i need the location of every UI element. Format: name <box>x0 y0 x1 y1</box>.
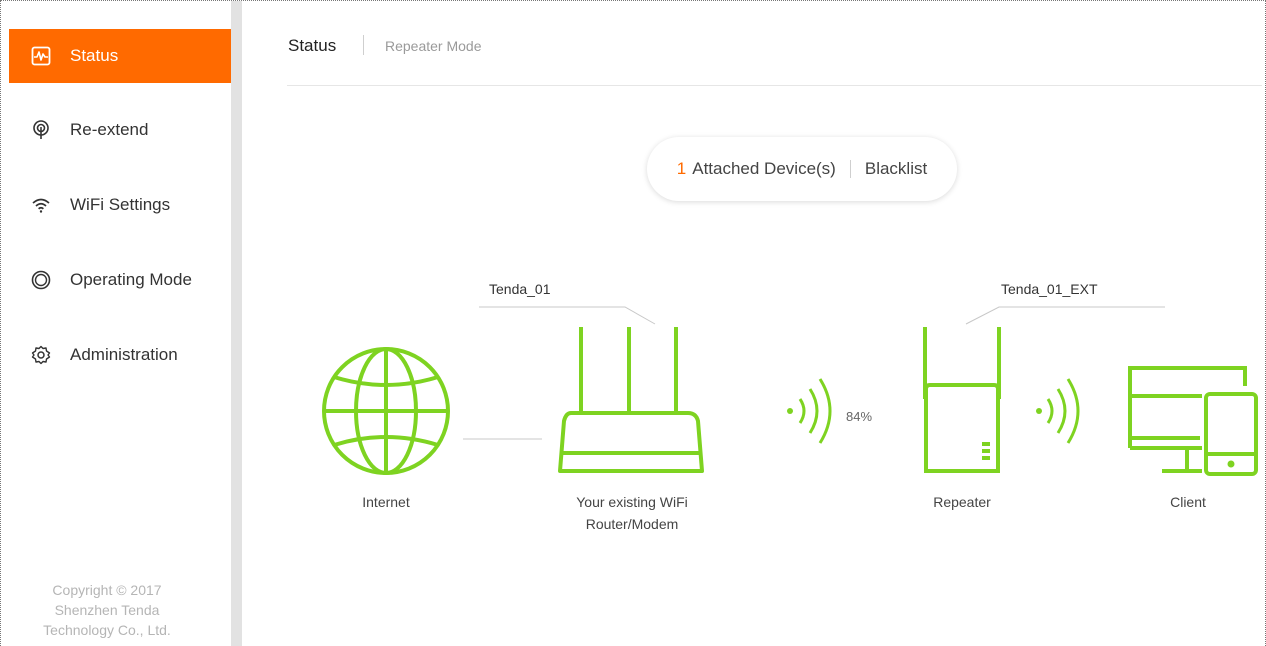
signal-strength-value: 84% <box>846 409 873 424</box>
sidebar-item-label: Operating Mode <box>70 270 192 289</box>
topology-diagram <box>322 306 1258 476</box>
gear-icon <box>30 344 52 366</box>
sidebar: Status Re-extend WiFi Settings Operating… <box>1 1 231 646</box>
repeater-icon <box>923 327 1001 473</box>
signal-tower-icon <box>30 119 52 141</box>
sidebar-item-status[interactable]: Status <box>9 29 231 83</box>
wireless-signal-icon <box>787 378 832 444</box>
copyright: Copyright © 2017 Shenzhen Tenda Technolo… <box>43 582 171 638</box>
wifi-icon <box>30 194 52 216</box>
client-signal-icon <box>1036 378 1080 444</box>
sidebar-item-administration[interactable]: Administration <box>9 328 231 382</box>
repeater-caption: Repeater <box>933 494 991 510</box>
pulse-monitor-icon <box>30 45 52 67</box>
internet-caption: Internet <box>362 494 410 510</box>
sidebar-item-wifi-settings[interactable]: WiFi Settings <box>9 178 231 232</box>
globe-icon <box>322 347 450 475</box>
main-content: Status Repeater Mode 1 Attached Device(s… <box>242 1 1265 646</box>
upstream-ssid-leader <box>479 306 656 325</box>
sidebar-item-label: Re-extend <box>70 120 149 139</box>
sidebar-item-re-extend[interactable]: Re-extend <box>9 103 231 157</box>
extended-ssid-leader <box>965 306 1165 325</box>
router-caption: Your existing WiFi Router/Modem <box>576 494 688 532</box>
mode-circle-icon <box>30 269 52 291</box>
sidebar-scrollbar[interactable] <box>231 1 242 646</box>
sidebar-item-operating-mode[interactable]: Operating Mode <box>9 253 231 307</box>
sidebar-item-label: Administration <box>70 345 178 364</box>
client-devices-icon <box>1128 366 1258 476</box>
app-frame: Status Re-extend WiFi Settings Operating… <box>0 0 1266 646</box>
client-caption: Client <box>1170 494 1206 510</box>
sidebar-item-label: Status <box>70 46 119 65</box>
router-icon <box>558 327 704 473</box>
sidebar-item-label: WiFi Settings <box>70 195 171 214</box>
